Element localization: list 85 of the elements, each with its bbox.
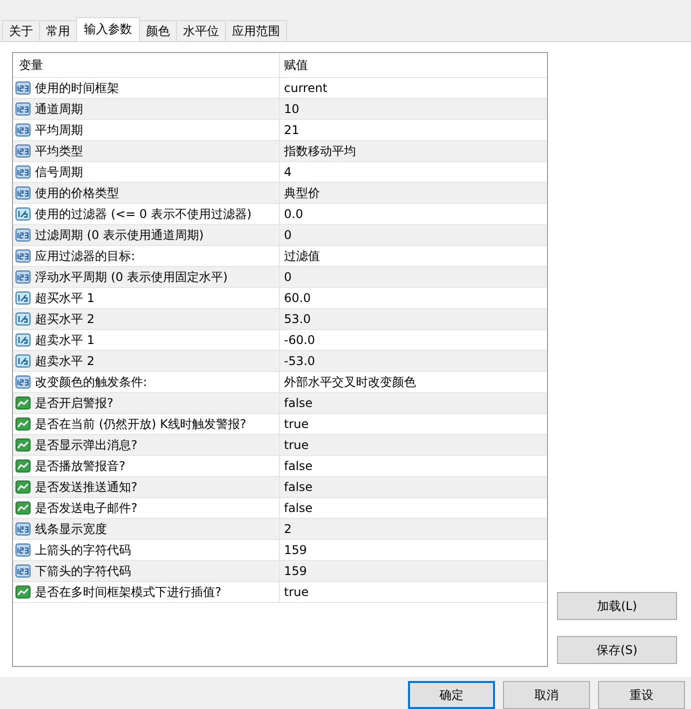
parameter-value[interactable]: -53.0 [280, 351, 547, 371]
number-icon [15, 269, 31, 285]
chart-icon [15, 458, 31, 474]
number-icon [15, 248, 31, 264]
parameter-value[interactable]: current [280, 78, 547, 98]
parameter-name: 超买水平 2 [35, 310, 94, 328]
parameter-name: 是否发送电子邮件? [35, 500, 138, 516]
parameter-name: 是否开启警报? [35, 394, 114, 412]
parameter-name: 使用的过滤器 (<= 0 表示不使用过滤器) [35, 206, 252, 222]
parameter-value[interactable]: 10 [280, 99, 547, 119]
number-icon [15, 353, 31, 369]
parameter-name: 平均周期 [35, 122, 83, 138]
number-icon [15, 374, 31, 390]
chart-icon [15, 395, 31, 411]
tab[interactable]: 应用范围 [225, 20, 287, 41]
parameter-value[interactable]: 典型价 [280, 183, 547, 203]
parameter-value[interactable]: false [280, 393, 547, 413]
dialog-button[interactable]: 取消 [503, 681, 590, 709]
tab[interactable]: 关于 [2, 20, 40, 41]
parameter-value[interactable]: 60.0 [280, 288, 547, 308]
tab[interactable]: 输入参数 [76, 17, 140, 41]
number-icon [15, 542, 31, 558]
number-icon [15, 290, 31, 306]
parameter-value[interactable]: -60.0 [280, 330, 547, 350]
parameter-name: 是否在当前 (仍然开放) K线时触发警报? [35, 416, 246, 432]
parameter-value[interactable]: 53.0 [280, 309, 547, 329]
parameter-name: 线条显示宽度 [35, 520, 107, 538]
parameter-value[interactable]: 159 [280, 540, 547, 560]
number-icon [15, 521, 31, 537]
dialog-button[interactable]: 重设 [598, 681, 685, 709]
chart-icon [15, 479, 31, 495]
parameter-name: 使用的时间框架 [35, 80, 119, 96]
parameter-value[interactable]: false [280, 456, 547, 476]
column-header[interactable]: 赋值 [280, 53, 547, 77]
parameter-name: 是否显示弹出消息? [35, 436, 138, 454]
column-header[interactable]: 变量 [13, 53, 280, 77]
parameter-value[interactable]: true [280, 435, 547, 455]
parameter-name: 是否在多时间框架模式下进行插值? [35, 584, 222, 600]
parameter-name: 过滤周期 (0 表示使用通道周期) [35, 226, 204, 244]
number-icon [15, 101, 31, 117]
parameter-value[interactable]: 4 [280, 162, 547, 182]
parameter-value[interactable]: 21 [280, 120, 547, 140]
parameter-name: 应用过滤器的目标: [35, 248, 136, 264]
parameter-value[interactable]: true [280, 414, 547, 434]
number-icon [15, 185, 31, 201]
parameter-value[interactable]: 2 [280, 519, 547, 539]
number-icon [15, 311, 31, 327]
parameter-name: 平均类型 [35, 142, 83, 160]
parameter-value[interactable]: false [280, 498, 547, 518]
parameter-value[interactable]: 159 [280, 561, 547, 581]
parameter-name: 改变颜色的触发条件: [35, 374, 148, 390]
parameter-name: 超卖水平 1 [35, 332, 94, 348]
parameter-name: 下箭头的字符代码 [35, 562, 131, 580]
dialog-button[interactable]: 确定 [408, 681, 495, 709]
number-icon [15, 143, 31, 159]
parameter-name: 通道周期 [35, 100, 83, 118]
chart-icon [15, 416, 31, 432]
side-button[interactable]: 加载(L) [557, 592, 677, 620]
number-icon [15, 80, 31, 96]
chart-icon [15, 500, 31, 516]
parameter-value[interactable]: 外部水平交叉时改变颜色 [280, 372, 547, 392]
parameter-name: 信号周期 [35, 164, 83, 180]
parameter-value[interactable]: true [280, 582, 547, 602]
parameter-name: 超买水平 1 [35, 290, 94, 306]
parameter-value[interactable]: 0 [280, 267, 547, 287]
chart-icon [15, 584, 31, 600]
number-icon [15, 206, 31, 222]
parameter-name: 浮动水平周期 (0 表示使用固定水平) [35, 268, 228, 286]
parameter-value[interactable]: 指数移动平均 [280, 141, 547, 161]
parameter-name: 是否发送推送通知? [35, 478, 138, 496]
parameter-name: 使用的价格类型 [35, 184, 119, 202]
number-icon [15, 332, 31, 348]
parameter-name: 超卖水平 2 [35, 352, 94, 370]
side-button[interactable]: 保存(S) [557, 636, 677, 664]
number-icon [15, 227, 31, 243]
number-icon [15, 164, 31, 180]
parameter-value[interactable]: 过滤值 [280, 246, 547, 266]
chart-icon [15, 437, 31, 453]
parameter-value[interactable]: 0 [280, 225, 547, 245]
parameter-name: 上箭头的字符代码 [35, 542, 131, 558]
number-icon [15, 122, 31, 138]
number-icon [15, 563, 31, 579]
parameter-value[interactable]: 0.0 [280, 204, 547, 224]
parameter-name: 是否播放警报音? [35, 458, 126, 474]
parameter-value[interactable]: false [280, 477, 547, 497]
